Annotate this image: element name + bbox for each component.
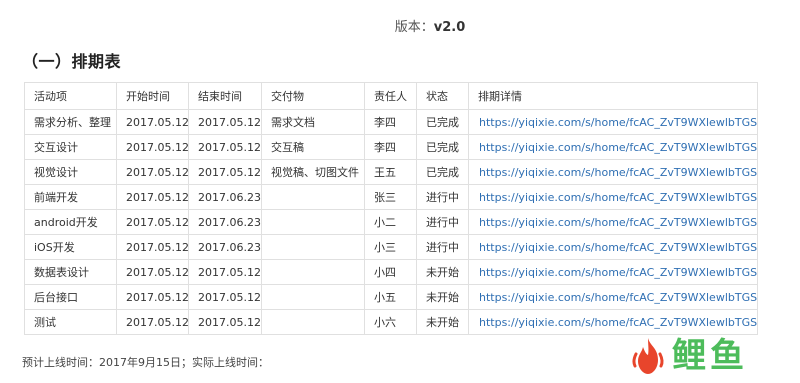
cell-activity: 后台接口 xyxy=(24,284,117,310)
cell-end: 2017.05.12 xyxy=(188,309,262,335)
table-row: 前端开发 2017.05.12 2017.06.23 张三 进行中 https:… xyxy=(24,184,758,210)
cell-end: 2017.05.12 xyxy=(188,259,262,285)
cell-deliverable xyxy=(261,184,365,210)
cell-deliverable: 交互稿 xyxy=(261,134,365,160)
cell-status: 已完成 xyxy=(416,159,469,185)
cell-details-link[interactable]: https://yiqixie.com/s/home/fcAC_ZvT9WXle… xyxy=(468,109,758,135)
cell-status: 进行中 xyxy=(416,184,469,210)
cell-status: 已完成 xyxy=(416,134,469,160)
cell-deliverable: 视觉稿、切图文件 xyxy=(261,159,365,185)
logo-text: 鲤鱼 xyxy=(672,336,748,376)
cell-start: 2017.05.12 xyxy=(116,234,189,260)
cell-activity: 测试 xyxy=(24,309,117,335)
cell-start: 2017.05.12 xyxy=(116,184,189,210)
version-number: v2.0 xyxy=(433,20,466,35)
cell-deliverable xyxy=(261,259,365,285)
column-header-start: 开始时间 xyxy=(116,82,189,110)
table-row: 后台接口 2017.05.12 2017.05.12 小五 未开始 https:… xyxy=(24,284,758,310)
schedule-table: 活动项 开始时间 结束时间 交付物 责任人 状态 排期详情 需求分析、整理 20… xyxy=(24,82,758,335)
cell-owner: 小三 xyxy=(364,234,417,260)
cell-start: 2017.05.12 xyxy=(116,109,189,135)
cell-start: 2017.05.12 xyxy=(116,209,189,235)
version-line: 版本：v2.0 xyxy=(0,16,800,35)
fire-icon xyxy=(632,338,664,374)
cell-activity: 需求分析、整理 xyxy=(24,109,117,135)
table-row: iOS开发 2017.05.12 2017.06.23 小三 进行中 https… xyxy=(24,234,758,260)
cell-end: 2017.06.23 xyxy=(188,234,262,260)
cell-end: 2017.05.12 xyxy=(188,284,262,310)
cell-activity: 前端开发 xyxy=(24,184,117,210)
cell-status: 未开始 xyxy=(416,284,469,310)
cell-status: 未开始 xyxy=(416,259,469,285)
cell-owner: 小二 xyxy=(364,209,417,235)
cell-details-link[interactable]: https://yiqixie.com/s/home/fcAC_ZvT9WXle… xyxy=(468,284,758,310)
cell-start: 2017.05.12 xyxy=(116,259,189,285)
cell-owner: 小六 xyxy=(364,309,417,335)
section-title: （一）排期表 xyxy=(22,52,122,71)
cell-details-link[interactable]: https://yiqixie.com/s/home/fcAC_ZvT9WXle… xyxy=(468,259,758,285)
cell-deliverable xyxy=(261,209,365,235)
cell-owner: 王五 xyxy=(364,159,417,185)
cell-status: 未开始 xyxy=(416,309,469,335)
column-header-end: 结束时间 xyxy=(188,82,262,110)
table-header-row: 活动项 开始时间 结束时间 交付物 责任人 状态 排期详情 xyxy=(24,82,758,110)
watermark-logo: 鲤鱼 xyxy=(628,334,788,378)
launch-time-note: 预计上线时间：2017年9月15日；实际上线时间： xyxy=(22,356,269,369)
cell-status: 进行中 xyxy=(416,234,469,260)
table-row: android开发 2017.05.12 2017.06.23 小二 进行中 h… xyxy=(24,209,758,235)
cell-start: 2017.05.12 xyxy=(116,159,189,185)
cell-details-link[interactable]: https://yiqixie.com/s/home/fcAC_ZvT9WXle… xyxy=(468,309,758,335)
cell-owner: 李四 xyxy=(364,134,417,160)
table-row: 测试 2017.05.12 2017.05.12 小六 未开始 https://… xyxy=(24,309,758,335)
cell-owner: 张三 xyxy=(364,184,417,210)
cell-activity: 交互设计 xyxy=(24,134,117,160)
cell-deliverable xyxy=(261,234,365,260)
cell-activity: 数据表设计 xyxy=(24,259,117,285)
cell-owner: 小四 xyxy=(364,259,417,285)
table-row: 需求分析、整理 2017.05.12 2017.05.12 需求文档 李四 已完… xyxy=(24,109,758,135)
cell-end: 2017.06.23 xyxy=(188,209,262,235)
cell-end: 2017.06.23 xyxy=(188,184,262,210)
cell-start: 2017.05.12 xyxy=(116,309,189,335)
cell-details-link[interactable]: https://yiqixie.com/s/home/fcAC_ZvT9WXle… xyxy=(468,159,758,185)
cell-end: 2017.05.12 xyxy=(188,159,262,185)
cell-status: 进行中 xyxy=(416,209,469,235)
table-row: 数据表设计 2017.05.12 2017.05.12 小四 未开始 https… xyxy=(24,259,758,285)
cell-start: 2017.05.12 xyxy=(116,284,189,310)
cell-details-link[interactable]: https://yiqixie.com/s/home/fcAC_ZvT9WXle… xyxy=(468,134,758,160)
cell-activity: iOS开发 xyxy=(24,234,117,260)
cell-details-link[interactable]: https://yiqixie.com/s/home/fcAC_ZvT9WXle… xyxy=(468,184,758,210)
cell-details-link[interactable]: https://yiqixie.com/s/home/fcAC_ZvT9WXle… xyxy=(468,234,758,260)
column-header-details: 排期详情 xyxy=(468,82,758,110)
cell-status: 已完成 xyxy=(416,109,469,135)
column-header-status: 状态 xyxy=(416,82,469,110)
column-header-deliverable: 交付物 xyxy=(261,82,365,110)
cell-end: 2017.05.12 xyxy=(188,109,262,135)
cell-activity: 视觉设计 xyxy=(24,159,117,185)
cell-deliverable: 需求文档 xyxy=(261,109,365,135)
cell-start: 2017.05.12 xyxy=(116,134,189,160)
table-row: 视觉设计 2017.05.12 2017.05.12 视觉稿、切图文件 王五 已… xyxy=(24,159,758,185)
cell-end: 2017.05.12 xyxy=(188,134,262,160)
cell-activity: android开发 xyxy=(24,209,117,235)
column-header-owner: 责任人 xyxy=(364,82,417,110)
cell-owner: 小五 xyxy=(364,284,417,310)
version-label: 版本： xyxy=(394,20,434,35)
cell-owner: 李四 xyxy=(364,109,417,135)
cell-deliverable xyxy=(261,284,365,310)
page: 版本：v2.0 （一）排期表 活动项 开始时间 结束时间 交付物 责任人 状态 … xyxy=(0,0,800,383)
cell-details-link[interactable]: https://yiqixie.com/s/home/fcAC_ZvT9WXle… xyxy=(468,209,758,235)
column-header-activity: 活动项 xyxy=(24,82,117,110)
table-row: 交互设计 2017.05.12 2017.05.12 交互稿 李四 已完成 ht… xyxy=(24,134,758,160)
cell-deliverable xyxy=(261,309,365,335)
